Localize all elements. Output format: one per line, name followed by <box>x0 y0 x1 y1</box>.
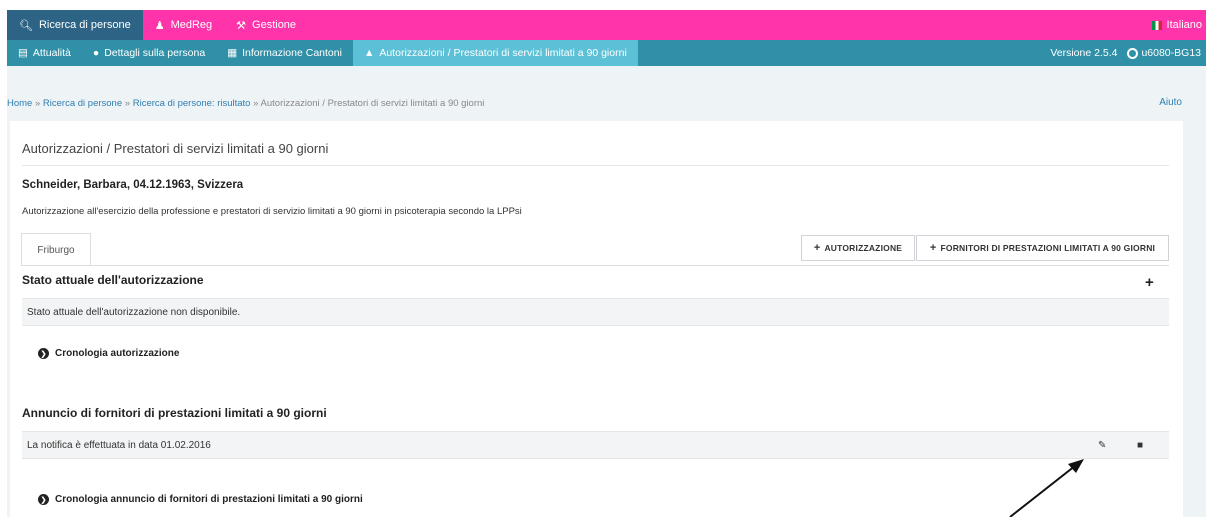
nav-tab-management[interactable]: ⚒ Gestione <box>224 10 308 40</box>
nav-tab-label: Gestione <box>252 19 297 31</box>
user-icon <box>1127 47 1139 59</box>
subnav-tab-news[interactable]: ▤ Attualità <box>7 40 82 66</box>
pencil-icon[interactable]: ✎ <box>1098 440 1106 451</box>
subnav-tab-person-details[interactable]: ● Dettagli sulla persona <box>82 40 216 66</box>
add-providers-button[interactable]: + FORNITORI DI PRESTAZIONI LIMITATI A 90… <box>916 235 1169 261</box>
users-icon: ♟ <box>154 19 165 32</box>
user-menu[interactable]: u6080-BG13 <box>1127 47 1201 59</box>
plus-icon: + <box>929 242 937 254</box>
nav-tab-label: MedReg <box>170 19 213 31</box>
breadcrumb-separator: » <box>124 98 131 109</box>
version-label: Versione 2.5.4 <box>1050 47 1118 59</box>
add-authorization-button[interactable]: + AUTORIZZAZIONE <box>801 235 915 261</box>
language-label: Italiano <box>1166 19 1202 31</box>
button-label: FORNITORI DI PRESTAZIONI LIMITATI A 90 G… <box>940 243 1156 253</box>
chevron-right-circle-icon: ❯ <box>38 494 49 505</box>
wrench-icon: ⚒ <box>236 19 247 32</box>
authorization-description: Autorizzazione all'esercizio della profe… <box>22 206 522 217</box>
trash-icon[interactable]: ■ <box>1137 440 1143 451</box>
subnav-tab-label: Informazione Cantoni <box>242 47 342 59</box>
breadcrumb-separator: » <box>253 98 259 109</box>
user-id: u6080-BG13 <box>1141 47 1201 59</box>
subnav-tab-canton-info[interactable]: ▦ Informazione Cantoni <box>216 40 353 66</box>
person-icon: ● <box>92 47 100 59</box>
announcement-section-title: Annuncio di fornitori di prestazioni lim… <box>22 406 327 420</box>
breadcrumb: Home » Ricerca di persone » Ricerca di p… <box>7 98 484 109</box>
status-row: Stato attuale dell'autorizzazione non di… <box>22 298 1169 326</box>
status-text: Stato attuale dell'autorizzazione non di… <box>27 306 241 318</box>
top-navbar: 🔍︎ Ricerca di persone ♟ MedReg ⚒ Gestion… <box>7 10 1206 40</box>
breadcrumb-separator: » <box>34 98 41 109</box>
breadcrumb-current: Autorizzazioni / Prestatori di servizi l… <box>260 98 485 109</box>
announcement-text: La notifica è effettuata in data 01.02.2… <box>27 439 211 451</box>
divider <box>22 165 1169 166</box>
tab-underline <box>21 265 1169 266</box>
subnav-tab-label: Attualità <box>32 47 71 59</box>
search-icon: 🔍︎ <box>19 19 33 32</box>
breadcrumb-home[interactable]: Home <box>7 98 32 109</box>
button-label: AUTORIZZAZIONE <box>824 243 903 253</box>
plus-icon: + <box>813 242 821 254</box>
announcement-history-toggle[interactable]: ❯ Cronologia annuncio di fornitori di pr… <box>38 494 363 505</box>
subnav-tab-label: Dettagli sulla persona <box>104 47 206 59</box>
breadcrumb-search-result[interactable]: Ricerca di persone: risultato <box>133 98 251 109</box>
main-card: Autorizzazioni / Prestatori di servizi l… <box>10 121 1183 517</box>
subnav-tab-authorizations[interactable]: ▲ Autorizzazioni / Prestatori di servizi… <box>352 40 638 66</box>
status-section-title: Stato attuale dell'autorizzazione <box>22 273 204 287</box>
tab-friburgo[interactable]: Friburgo <box>21 233 91 266</box>
italy-flag-icon <box>1151 20 1162 30</box>
add-status-icon[interactable]: + <box>1145 274 1154 291</box>
person-summary: Schneider, Barbara, 04.12.1963, Svizzera <box>22 179 244 191</box>
help-link[interactable]: Aiuto <box>1159 97 1182 108</box>
authorization-history-toggle[interactable]: ❯ Cronologia autorizzazione <box>38 348 179 359</box>
nav-tab-label: Ricerca di persone <box>38 19 131 31</box>
chevron-right-circle-icon: ❯ <box>38 348 49 359</box>
page-title: Autorizzazioni / Prestatori di servizi l… <box>22 141 329 156</box>
toggle-label: Cronologia annuncio di fornitori di pres… <box>55 494 363 505</box>
news-icon: ▤ <box>18 47 28 59</box>
nav-tab-person-search[interactable]: 🔍︎ Ricerca di persone <box>7 10 143 40</box>
subnav-tab-label: Autorizzazioni / Prestatori di servizi l… <box>379 47 627 59</box>
graduation-cap-icon: ▲ <box>363 47 375 59</box>
sub-navbar: ▤ Attualità ● Dettagli sulla persona ▦ I… <box>7 40 1206 66</box>
language-selector[interactable]: Italiano <box>1151 10 1206 40</box>
nav-tab-medreg[interactable]: ♟ MedReg <box>143 10 224 40</box>
breadcrumb-person-search[interactable]: Ricerca di persone <box>43 98 122 109</box>
announcement-row: La notifica è effettuata in data 01.02.2… <box>22 431 1169 459</box>
grid-icon: ▦ <box>227 47 238 59</box>
toggle-label: Cronologia autorizzazione <box>55 348 180 359</box>
